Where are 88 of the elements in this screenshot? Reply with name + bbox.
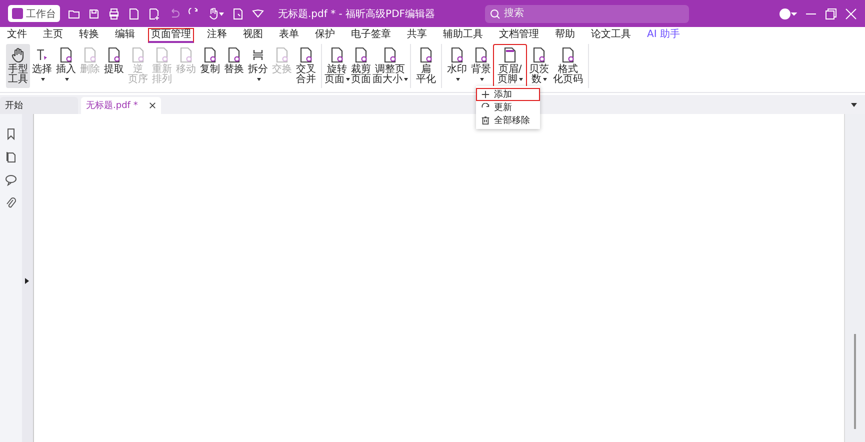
ribbon-tool-button[interactable]: 提取 bbox=[102, 44, 126, 88]
page-icon bbox=[531, 47, 547, 63]
page-icon bbox=[274, 47, 290, 63]
caret-icon bbox=[346, 78, 350, 81]
ribbon-tool-button[interactable]: 选择 bbox=[30, 44, 54, 88]
menu-tab[interactable]: 辅助工具 bbox=[440, 28, 486, 42]
caret-icon bbox=[40, 78, 44, 81]
new-document-icon[interactable] bbox=[148, 8, 160, 20]
scrollbar-thumb[interactable] bbox=[854, 334, 856, 429]
page-icon bbox=[560, 47, 576, 63]
document-icon[interactable] bbox=[232, 8, 244, 20]
expand-arrow-icon[interactable] bbox=[25, 278, 29, 284]
document-tab[interactable]: 无标题.pdf * bbox=[81, 97, 161, 114]
ribbon-tool-button[interactable]: 扁 平化 bbox=[414, 44, 438, 88]
page-icon bbox=[329, 47, 345, 63]
ribbon-tool-button[interactable]: 水印 bbox=[445, 44, 469, 88]
print-icon[interactable] bbox=[108, 8, 120, 20]
caret-icon[interactable] bbox=[851, 103, 857, 107]
pages-icon[interactable] bbox=[5, 151, 17, 163]
page-icon bbox=[418, 47, 434, 63]
ribbon-tool-button[interactable]: 旋转 页面 bbox=[325, 44, 349, 88]
plus-icon bbox=[481, 90, 490, 99]
caret-icon bbox=[404, 78, 408, 81]
menu-tab[interactable]: 转换 bbox=[76, 28, 102, 42]
ribbon-tool-button[interactable]: 复制 bbox=[198, 44, 222, 88]
menu-tab[interactable]: 共享 bbox=[404, 28, 430, 42]
ribbon-tool-button[interactable]: 裁剪 页面 bbox=[349, 44, 373, 88]
workspace-button[interactable]: 工作台 bbox=[8, 5, 60, 22]
menu-tab[interactable]: 表单 bbox=[276, 28, 302, 42]
caret-icon bbox=[542, 78, 546, 81]
menu-tab[interactable]: 主页 bbox=[40, 28, 66, 42]
menu-tab[interactable]: 保护 bbox=[312, 28, 338, 42]
menu-item[interactable]: 更新 bbox=[476, 101, 540, 114]
page-icon bbox=[473, 47, 489, 63]
ribbon-tool-button[interactable]: 交叉 合并 bbox=[294, 44, 318, 88]
caret-icon bbox=[480, 78, 484, 81]
page-icon bbox=[449, 47, 465, 63]
bookmark-icon[interactable] bbox=[5, 128, 17, 140]
page-icon bbox=[353, 47, 369, 63]
page-icon bbox=[106, 47, 122, 63]
search-icon bbox=[490, 8, 500, 18]
comment-icon[interactable] bbox=[5, 174, 17, 186]
menu-tab[interactable]: 电子签章 bbox=[348, 28, 394, 42]
menu-tab[interactable]: 注释 bbox=[204, 28, 230, 42]
menu-item[interactable]: 添加 bbox=[476, 88, 540, 101]
split-icon bbox=[252, 49, 264, 61]
menu-tab[interactable]: 论文工具 bbox=[588, 28, 634, 42]
page-icon bbox=[154, 47, 170, 63]
page-icon bbox=[202, 47, 218, 63]
caret-icon bbox=[456, 78, 460, 81]
window-title: 无标题.pdf * - 福昕高级PDF编辑器 bbox=[278, 8, 436, 20]
caret-icon bbox=[256, 78, 260, 81]
ribbon-tool-button[interactable]: 替换 bbox=[222, 44, 246, 88]
menu-tab[interactable]: 视图 bbox=[240, 28, 266, 42]
page-header-icon bbox=[502, 47, 518, 63]
menu-item[interactable]: 全部移除 bbox=[476, 114, 540, 127]
menu-tab[interactable]: 帮助 bbox=[552, 28, 578, 42]
document-tab[interactable]: 开始 bbox=[0, 97, 78, 114]
menu-tab[interactable]: 编辑 bbox=[112, 28, 138, 42]
ribbon-tool-button[interactable]: 插入 bbox=[54, 44, 78, 88]
paperclip-icon[interactable] bbox=[5, 197, 17, 209]
save-icon[interactable] bbox=[88, 8, 100, 20]
logo-icon bbox=[12, 8, 23, 19]
hand-icon[interactable] bbox=[208, 8, 224, 20]
menu-tab[interactable]: 文件 bbox=[4, 28, 30, 42]
menu-tab[interactable]: AI 助手 bbox=[644, 28, 683, 42]
page-icon bbox=[130, 47, 146, 63]
ribbon-tool-button[interactable]: 拆分 bbox=[246, 44, 270, 88]
page-icon bbox=[58, 47, 74, 63]
hand-icon bbox=[10, 47, 26, 63]
text-cursor-icon bbox=[36, 49, 47, 61]
page-icon bbox=[82, 47, 98, 63]
ribbon-tool-button[interactable]: 格式 化页码 bbox=[551, 44, 585, 88]
ribbon-tool-button[interactable]: 调整页 面大小 bbox=[373, 44, 407, 88]
caret-icon bbox=[518, 78, 522, 81]
page-icon bbox=[298, 47, 314, 63]
page-icon bbox=[382, 47, 398, 63]
ribbon-tool-button[interactable]: 手型 工具 bbox=[6, 44, 30, 88]
page-icon bbox=[178, 47, 194, 63]
user-icon[interactable] bbox=[779, 8, 797, 20]
trash-icon bbox=[481, 116, 490, 125]
document-icon[interactable] bbox=[128, 8, 140, 20]
restore-icon[interactable] bbox=[825, 8, 837, 20]
page-icon bbox=[226, 47, 242, 63]
menu-tab[interactable]: 文档管理 bbox=[496, 28, 542, 42]
close-icon[interactable] bbox=[149, 102, 156, 109]
caret-icon bbox=[64, 78, 68, 81]
folder-icon[interactable] bbox=[68, 8, 80, 20]
